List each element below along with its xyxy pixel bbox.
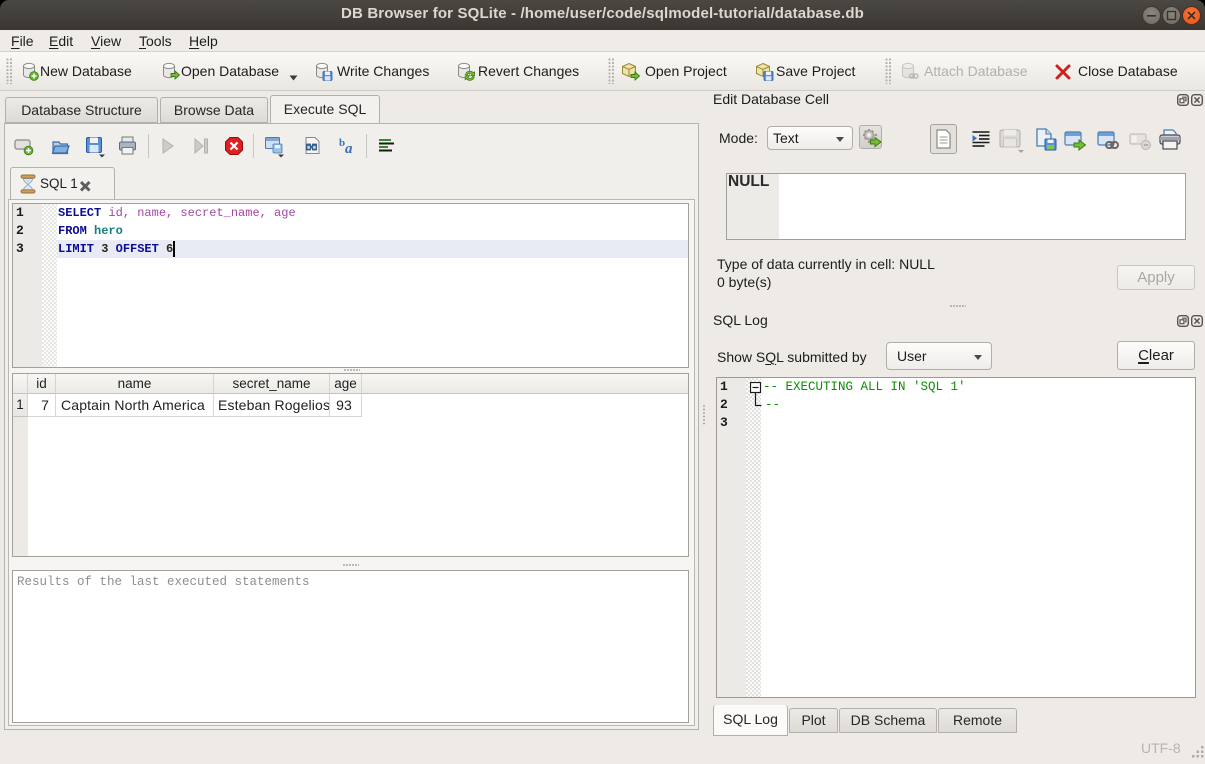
svg-text:a: a <box>345 141 353 156</box>
